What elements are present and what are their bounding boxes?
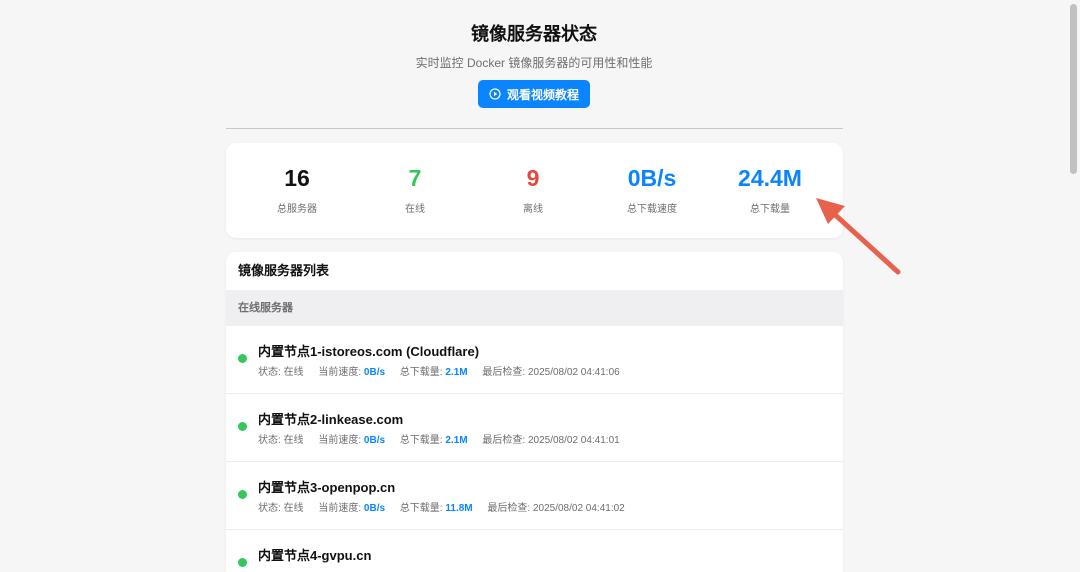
speed-label: 当前速度: bbox=[318, 435, 362, 446]
speed-value: 0B/s bbox=[363, 367, 386, 378]
server-list-title: 镜像服务器列表 bbox=[238, 263, 330, 278]
watch-video-tutorial-label: 观看视频教程 bbox=[506, 87, 579, 102]
status-label: 状态: bbox=[258, 503, 281, 514]
server-list-item[interactable]: 内置节点4-gvpu.cn bbox=[226, 530, 843, 572]
speed-label: 当前速度: bbox=[318, 367, 362, 378]
server-list-item[interactable]: 内置节点1-istoreos.com (Cloudflare) 状态: 在线 当… bbox=[226, 326, 843, 394]
server-list-item[interactable]: 内置节点2-linkease.com 状态: 在线 当前速度: 0B/s 总下载… bbox=[226, 394, 843, 462]
stat-label: 总下载量 bbox=[750, 204, 790, 215]
play-circle-icon bbox=[489, 88, 501, 100]
stat-online-servers: 7 在线 bbox=[355, 163, 475, 215]
stat-value: 9 bbox=[526, 165, 540, 191]
page-subtitle: 实时监控 Docker 镜像服务器的可用性和性能 bbox=[415, 56, 653, 70]
status-value: 在线 bbox=[283, 367, 304, 378]
stat-value: 16 bbox=[284, 165, 310, 191]
status-label: 状态: bbox=[258, 435, 281, 446]
header-divider bbox=[226, 128, 843, 129]
status-value: 在线 bbox=[283, 435, 304, 446]
total-label: 总下载量: bbox=[399, 503, 443, 514]
stat-label: 总下载速度 bbox=[627, 204, 677, 215]
last-check-label: 最后检查: bbox=[482, 367, 526, 378]
total-value: 2.1M bbox=[445, 435, 468, 446]
speed-label: 当前速度: bbox=[318, 503, 362, 514]
server-name: 内置节点3-openpop.cn bbox=[258, 480, 396, 495]
stat-value: 24.4M bbox=[738, 165, 802, 191]
server-name: 内置节点4-gvpu.cn bbox=[258, 548, 372, 563]
online-status-dot-icon bbox=[238, 354, 247, 363]
online-servers-section-header: 在线服务器 bbox=[226, 290, 843, 326]
last-check-value: 2025/08/02 04:41:06 bbox=[527, 367, 620, 378]
online-status-dot-icon bbox=[238, 422, 247, 431]
total-label: 总下载量: bbox=[399, 435, 443, 446]
total-value: 2.1M bbox=[445, 367, 468, 378]
server-meta: 状态: 在线 当前速度: 0B/s 总下载量: 11.8M 最后检查: 2025… bbox=[258, 499, 637, 514]
status-label: 状态: bbox=[258, 367, 281, 378]
page-scrollbar[interactable] bbox=[1068, 0, 1080, 563]
stats-summary-card: 16 总服务器 7 在线 9 离线 0B/s 总下载速度 24.4M 总下载量 bbox=[226, 143, 843, 238]
total-value: 11.8M bbox=[445, 503, 473, 514]
last-check-label: 最后检查: bbox=[487, 503, 531, 514]
last-check-label: 最后检查: bbox=[482, 435, 526, 446]
server-meta: 状态: 在线 当前速度: 0B/s 总下载量: 2.1M 最后检查: 2025/… bbox=[258, 363, 632, 378]
stat-label: 在线 bbox=[405, 204, 425, 215]
server-meta: 状态: 在线 当前速度: 0B/s 总下载量: 2.1M 最后检查: 2025/… bbox=[258, 431, 632, 446]
speed-value: 0B/s bbox=[363, 435, 386, 446]
online-status-dot-icon bbox=[238, 490, 247, 499]
server-name: 内置节点1-istoreos.com (Cloudflare) bbox=[258, 344, 480, 359]
stat-total-download-speed: 0B/s 总下载速度 bbox=[592, 163, 712, 215]
stat-label: 总服务器 bbox=[277, 204, 317, 215]
total-label: 总下载量: bbox=[399, 367, 443, 378]
watch-video-tutorial-button[interactable]: 观看视频教程 bbox=[478, 80, 590, 108]
server-list-item[interactable]: 内置节点3-openpop.cn 状态: 在线 当前速度: 0B/s 总下载量:… bbox=[226, 462, 843, 530]
scrollbar-thumb[interactable] bbox=[1070, 4, 1077, 174]
last-check-value: 2025/08/02 04:41:02 bbox=[532, 503, 625, 514]
stat-value: 0B/s bbox=[627, 165, 677, 191]
mirror-server-list: 镜像服务器列表 在线服务器 内置节点1-istoreos.com (Cloudf… bbox=[226, 252, 843, 572]
stat-label: 离线 bbox=[523, 204, 543, 215]
server-name: 内置节点2-linkease.com bbox=[258, 412, 404, 427]
last-check-value: 2025/08/02 04:41:01 bbox=[527, 435, 620, 446]
page-title: 镜像服务器状态 bbox=[471, 24, 597, 44]
stat-total-servers: 16 总服务器 bbox=[237, 163, 357, 215]
stat-offline-servers: 9 离线 bbox=[473, 163, 593, 215]
stat-total-downloaded: 24.4M 总下载量 bbox=[710, 163, 830, 215]
speed-value: 0B/s bbox=[363, 503, 386, 514]
status-value: 在线 bbox=[283, 503, 304, 514]
stat-value: 7 bbox=[408, 165, 422, 191]
